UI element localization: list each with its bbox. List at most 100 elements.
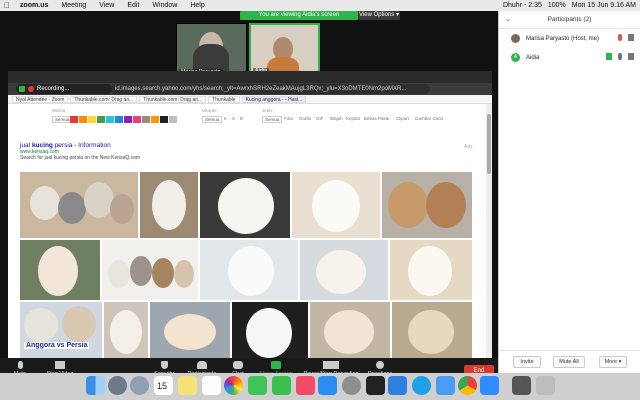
- scroll-thumb[interactable]: [487, 114, 491, 174]
- cat-image[interactable]: [292, 172, 380, 238]
- video-camera-icon[interactable]: [628, 34, 634, 41]
- cat-image[interactable]: [140, 172, 198, 238]
- ad-result: jual kucing persia - Information www.ken…: [20, 142, 140, 161]
- messages-icon[interactable]: [248, 376, 267, 395]
- notes-icon[interactable]: [178, 376, 197, 395]
- cat-image[interactable]: [382, 172, 472, 238]
- cat-image[interactable]: [390, 240, 472, 300]
- music-icon[interactable]: [296, 376, 315, 395]
- cat-image[interactable]: [392, 302, 472, 361]
- video-camera-icon[interactable]: [628, 53, 634, 60]
- color-swatch[interactable]: [124, 116, 132, 123]
- view-options-button[interactable]: View Options ▾: [358, 11, 400, 20]
- video-thumb-marisa[interactable]: Marisa Paryasto: [176, 23, 247, 77]
- color-swatch[interactable]: [88, 116, 96, 123]
- participant-row-aidia[interactable]: A Aidia: [499, 48, 640, 67]
- type-kepala[interactable]: Kepala: [346, 116, 360, 121]
- tab-zoom[interactable]: Nyal Attendee - Zoom: [12, 95, 69, 103]
- safari-compass-icon[interactable]: [412, 376, 431, 395]
- mail-icon[interactable]: [436, 376, 455, 395]
- tab-kucing[interactable]: Kucing anggora - - Hasi...: [241, 95, 307, 103]
- clock[interactable]: Mon 15 Jun 9.16 AM: [572, 2, 636, 9]
- photos-icon[interactable]: [224, 376, 243, 395]
- cat-image[interactable]: [20, 240, 100, 300]
- color-swatch[interactable]: [70, 116, 78, 123]
- tab-thunkable-1[interactable]: Thunkable.com: Drag an...: [70, 95, 138, 103]
- cat-image[interactable]: [20, 172, 138, 238]
- tab-thunkable-3[interactable]: Thunkable: [208, 95, 240, 103]
- system-preferences-icon[interactable]: [342, 376, 361, 395]
- prayer-time[interactable]: Dhuhr - 2:35: [503, 2, 542, 9]
- tab-thunkable-2[interactable]: Thunkable.com: Drag an...: [139, 95, 207, 103]
- video-thumb-aidia[interactable]: Aidia: [249, 23, 320, 77]
- reminders-icon[interactable]: [202, 376, 221, 395]
- type-foto[interactable]: Foto: [284, 116, 293, 121]
- zoom-icon[interactable]: [480, 376, 499, 395]
- size-b[interactable]: B: [240, 116, 243, 121]
- color-swatch[interactable]: [151, 116, 159, 123]
- terminal-icon[interactable]: [366, 376, 385, 395]
- color-swatch[interactable]: [97, 116, 105, 123]
- share-screen-icon: [271, 361, 281, 369]
- launchpad-icon[interactable]: [108, 376, 127, 395]
- menu-meeting[interactable]: Meeting: [61, 2, 86, 9]
- cat-image[interactable]: [102, 240, 198, 300]
- mute-all-button[interactable]: Mute All: [553, 356, 585, 368]
- facetime-icon[interactable]: [272, 376, 291, 395]
- screenshot-icon[interactable]: [512, 376, 531, 395]
- page-scrollbar[interactable]: [486, 104, 492, 361]
- filter-type-label: Jenis: [262, 108, 273, 113]
- color-swatch[interactable]: [115, 116, 123, 123]
- cat-image[interactable]: [200, 240, 298, 300]
- ad-title[interactable]: jual kucing persia - Information: [20, 142, 140, 149]
- color-swatch[interactable]: [79, 116, 87, 123]
- color-swatch[interactable]: [133, 116, 141, 123]
- microphone-icon[interactable]: [618, 34, 622, 41]
- type-gif[interactable]: GIF: [316, 116, 324, 121]
- calendar-icon[interactable]: 15: [154, 376, 173, 395]
- battery-percent[interactable]: 100%: [548, 2, 566, 9]
- finder-icon[interactable]: [86, 376, 105, 395]
- menu-view[interactable]: View: [99, 2, 114, 9]
- size-s[interactable]: S: [232, 116, 235, 121]
- menu-help[interactable]: Help: [190, 2, 204, 9]
- more-button[interactable]: More ▾: [599, 356, 627, 368]
- chevron-down-icon[interactable]: ⌄: [505, 11, 511, 29]
- cat-image[interactable]: [300, 240, 388, 300]
- url-field[interactable]: id.images.search.yahoo.com/yhs/search;_y…: [110, 84, 430, 94]
- cat-shape: [58, 192, 86, 224]
- cat-image[interactable]: [104, 302, 148, 361]
- color-swatch[interactable]: [106, 116, 114, 123]
- color-swatch[interactable]: [169, 116, 177, 123]
- color-swatch[interactable]: [160, 116, 168, 123]
- type-wajah[interactable]: Wajah: [330, 116, 343, 121]
- participant-row-host[interactable]: Marisa Paryasto (Host, me): [499, 29, 640, 48]
- participant-name: Marisa Paryasto (Host, me): [526, 35, 600, 42]
- xcode-icon[interactable]: [388, 376, 407, 395]
- type-clipart[interactable]: Clipart: [396, 116, 409, 121]
- cat-image[interactable]: [200, 172, 290, 238]
- menu-app-name[interactable]: zoom.us: [20, 2, 48, 9]
- size-k[interactable]: K: [224, 116, 227, 121]
- type-grafis[interactable]: Grafis: [299, 116, 311, 121]
- chrome-icon[interactable]: [458, 376, 477, 395]
- invite-button[interactable]: Invite: [513, 356, 541, 368]
- type-gambar-garis[interactable]: Gambar Garis: [415, 116, 443, 121]
- trash-icon[interactable]: [536, 376, 555, 395]
- cat-image[interactable]: Anggora vs Persia: [20, 302, 102, 361]
- recording-indicator[interactable]: Recording...: [16, 84, 112, 94]
- type-bebas-pakai[interactable]: Bebas Pakai: [364, 116, 389, 121]
- cat-image[interactable]: [150, 302, 230, 361]
- safari-icon[interactable]: [130, 376, 149, 395]
- apple-icon[interactable]: : [4, 1, 12, 10]
- menu-window[interactable]: Window: [152, 2, 177, 9]
- type-all-button[interactable]: Semua: [262, 116, 283, 123]
- menu-edit[interactable]: Edit: [127, 2, 139, 9]
- microphone-icon[interactable]: [618, 53, 622, 60]
- color-swatch[interactable]: [142, 116, 150, 123]
- cat-image[interactable]: [310, 302, 390, 361]
- app-store-icon[interactable]: [318, 376, 337, 395]
- size-all-button[interactable]: Semua: [202, 116, 223, 123]
- cat-image[interactable]: [232, 302, 308, 361]
- cat-shape: [152, 180, 186, 230]
